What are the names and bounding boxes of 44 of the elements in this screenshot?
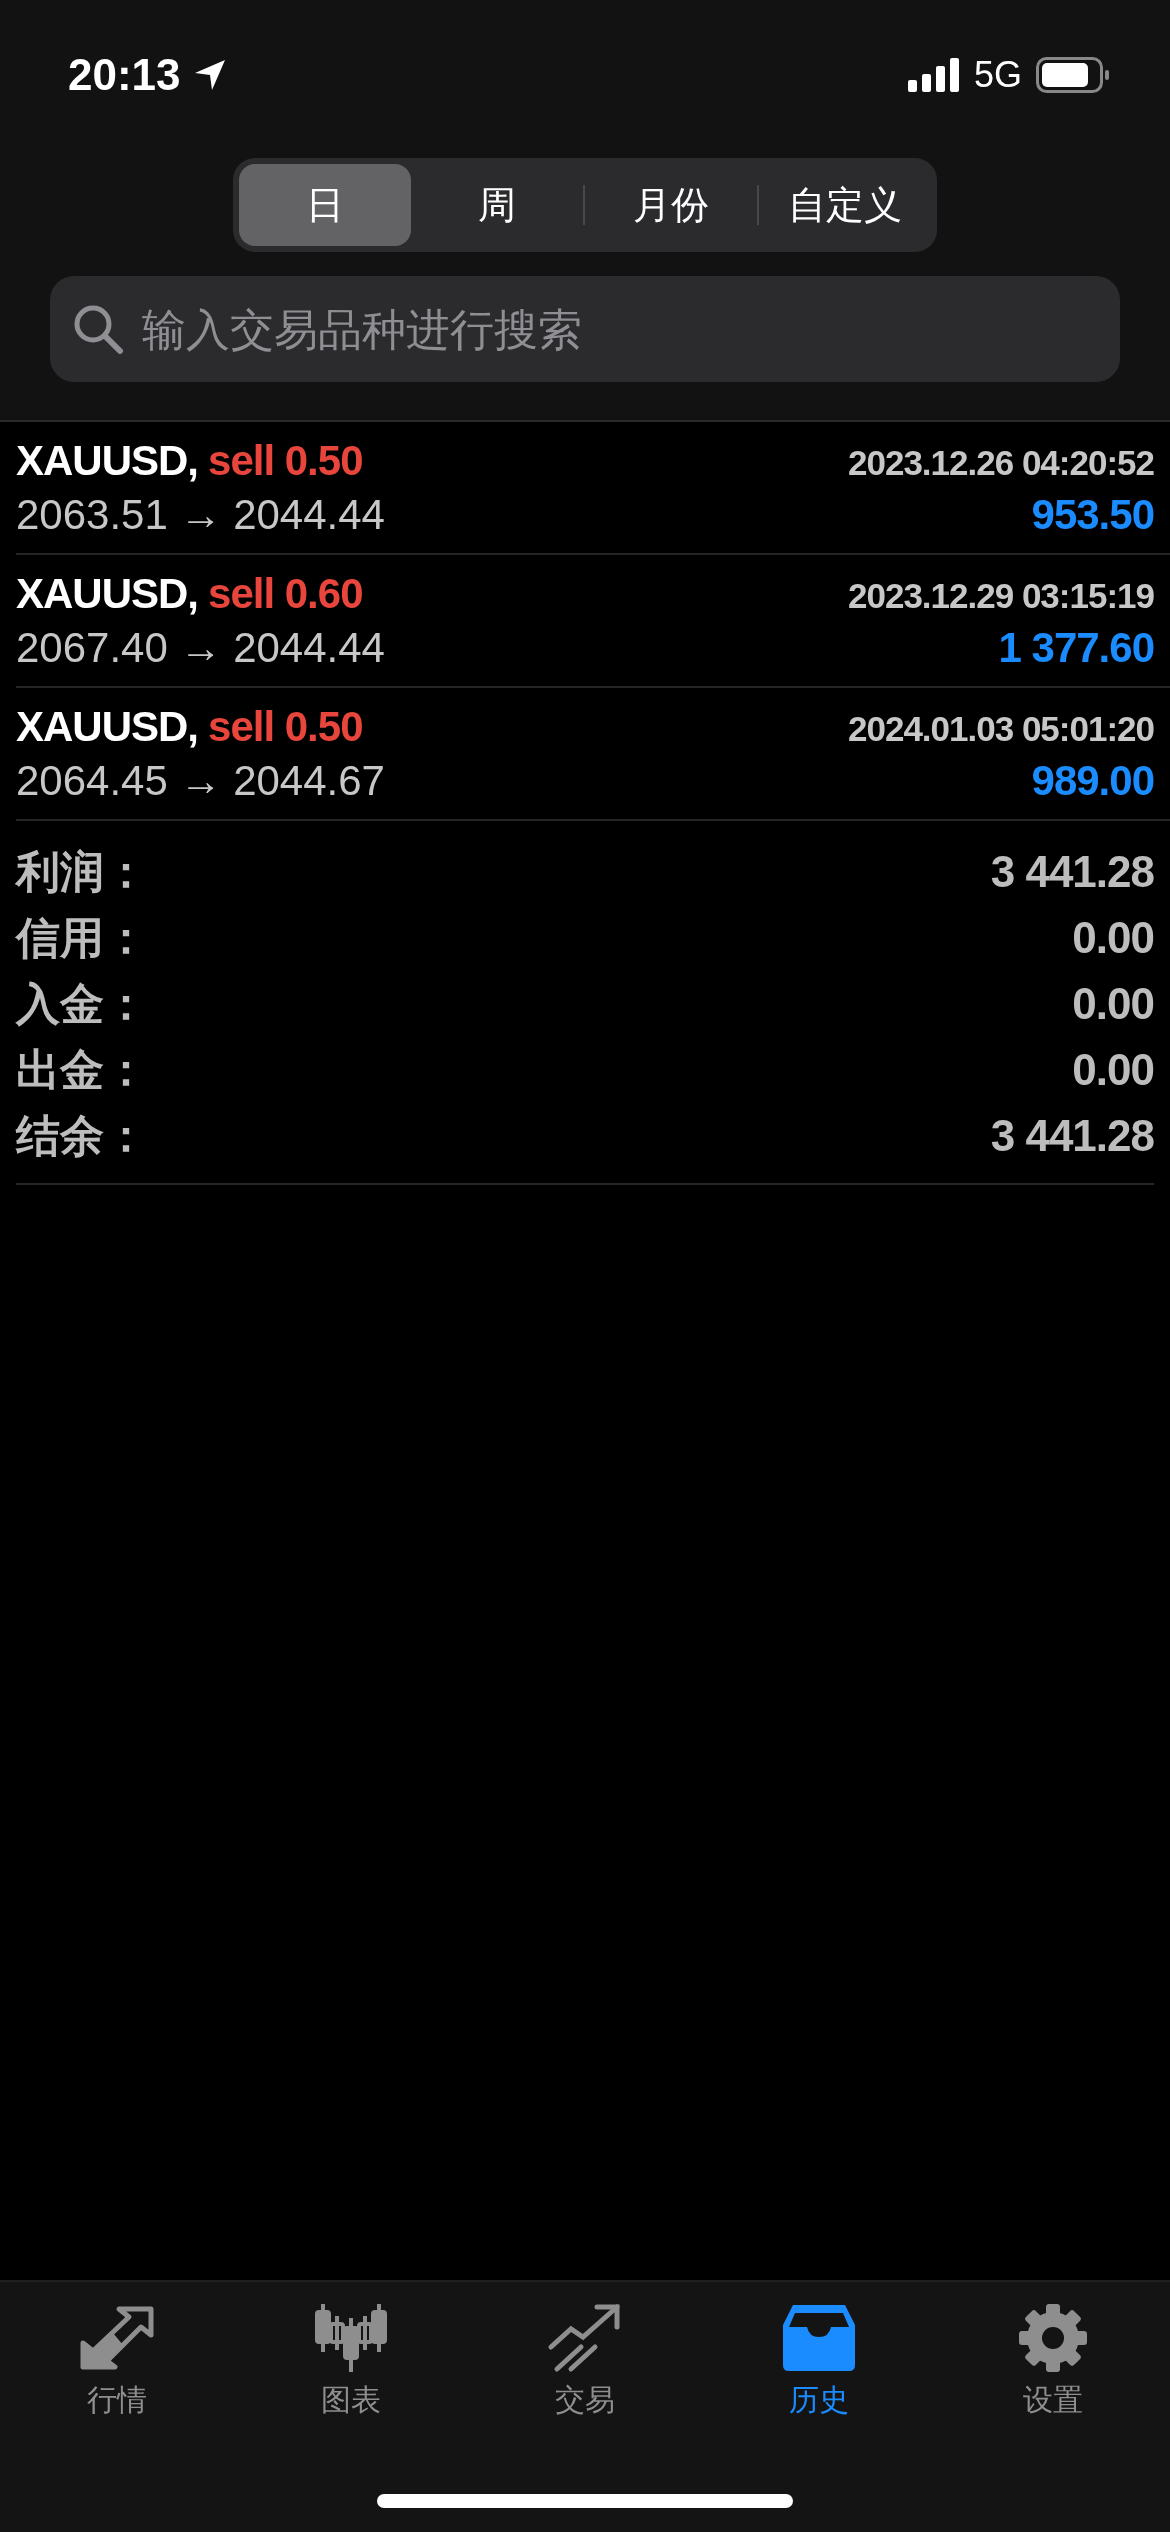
tab-bar-item[interactable]: 交易	[468, 2282, 702, 2421]
deal-time: 2024.01.03 05:01:20	[848, 708, 1154, 749]
summary-value: 0.00	[1072, 1045, 1154, 1095]
price-range: 2063.51 → 2044.44	[16, 490, 385, 539]
price-range: 2067.40 → 2044.44	[16, 623, 385, 672]
summary-label: 出金：	[16, 1042, 148, 1097]
summary-label: 入金：	[16, 976, 148, 1031]
inbox-icon	[781, 2302, 857, 2374]
battery-icon	[1036, 57, 1110, 93]
candlestick-icon	[313, 2302, 389, 2374]
order-label: sell 0.60	[208, 569, 363, 618]
summary-value: 3 441.28	[990, 847, 1154, 897]
symbol-label: XAUUSD,	[16, 436, 199, 485]
tab-bar-item[interactable]: 图表	[234, 2282, 468, 2421]
summary-label: 信用：	[16, 910, 148, 965]
order-label: sell 0.50	[208, 702, 363, 751]
deal-time: 2023.12.26 04:20:52	[848, 442, 1154, 483]
profit-value: 1 377.60	[998, 623, 1154, 672]
search-field[interactable]: 输入交易品种进行搜索	[50, 276, 1120, 382]
symbol-label: XAUUSD,	[16, 702, 199, 751]
network-label: 5G	[973, 54, 1022, 96]
tab-bar-item[interactable]: 历史	[702, 2282, 936, 2421]
period-tab[interactable]: 日	[239, 164, 411, 246]
trend-arrow-icon	[547, 2302, 623, 2374]
deal-time: 2023.12.29 03:15:19	[848, 575, 1154, 616]
settings-icon	[1017, 2302, 1089, 2374]
summary-value: 0.00	[1072, 913, 1154, 963]
summary-value: 0.00	[1072, 979, 1154, 1029]
period-tab[interactable]: 周	[411, 164, 583, 246]
signal-icon	[907, 58, 960, 92]
order-label: sell 0.50	[208, 436, 363, 485]
symbol-label: XAUUSD,	[16, 569, 199, 618]
summary-label: 结余：	[16, 1108, 148, 1163]
tab-bar-item[interactable]: 行情	[0, 2282, 234, 2421]
period-tab[interactable]: 自定义	[759, 164, 931, 246]
summary-label: 利润：	[16, 844, 148, 899]
profit-value: 953.50	[1031, 490, 1154, 539]
clock-time: 20:13	[68, 50, 181, 100]
profit-value: 989.00	[1031, 756, 1154, 805]
price-range: 2064.45 → 2044.67	[16, 756, 385, 805]
summary-value: 3 441.28	[990, 1111, 1154, 1161]
tab-bar-item[interactable]: 设置	[936, 2282, 1170, 2421]
search-icon	[72, 303, 124, 355]
period-tab[interactable]: 月份	[585, 164, 757, 246]
